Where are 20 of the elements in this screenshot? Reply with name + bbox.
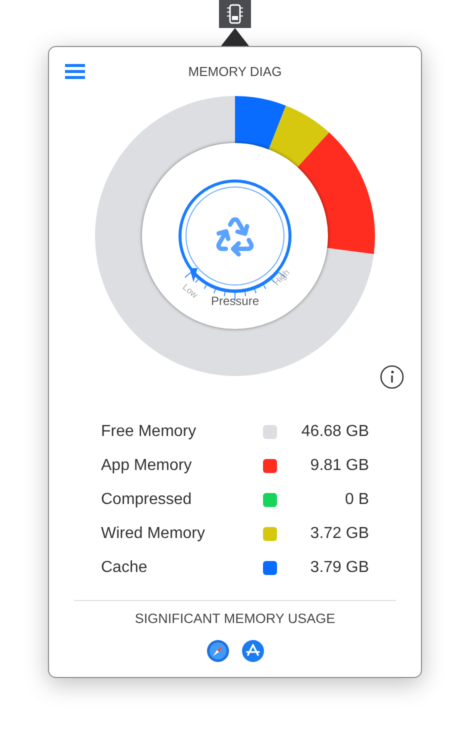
legend-value: 0 B	[344, 490, 369, 508]
legend-value: 46.68 GB	[300, 422, 369, 440]
high-label: High	[271, 267, 292, 288]
section-title: SIGNIFICANT MEMORY USAGE	[134, 611, 336, 626]
legend-value: 3.79 GB	[309, 558, 369, 576]
legend-label: App Memory	[101, 456, 193, 474]
memory-chip-icon[interactable]	[219, 0, 251, 28]
window-title: MEMORY DIAG	[187, 64, 283, 78]
low-label: Low	[180, 282, 200, 300]
menu-icon[interactable]	[65, 63, 85, 79]
pressure-label: Pressure	[210, 294, 260, 308]
info-icon[interactable]	[380, 365, 404, 389]
legend-label: Wired Memory	[101, 524, 206, 542]
legend-value: 9.81 GB	[309, 456, 369, 474]
app-store-icon[interactable]	[240, 639, 264, 663]
compass-app-icon[interactable]	[206, 639, 230, 663]
legend-label: Compressed	[101, 490, 193, 508]
legend-value: 3.72 GB	[309, 524, 369, 542]
legend-label: Cache	[101, 558, 148, 576]
legend-label: Free Memory	[101, 422, 198, 440]
